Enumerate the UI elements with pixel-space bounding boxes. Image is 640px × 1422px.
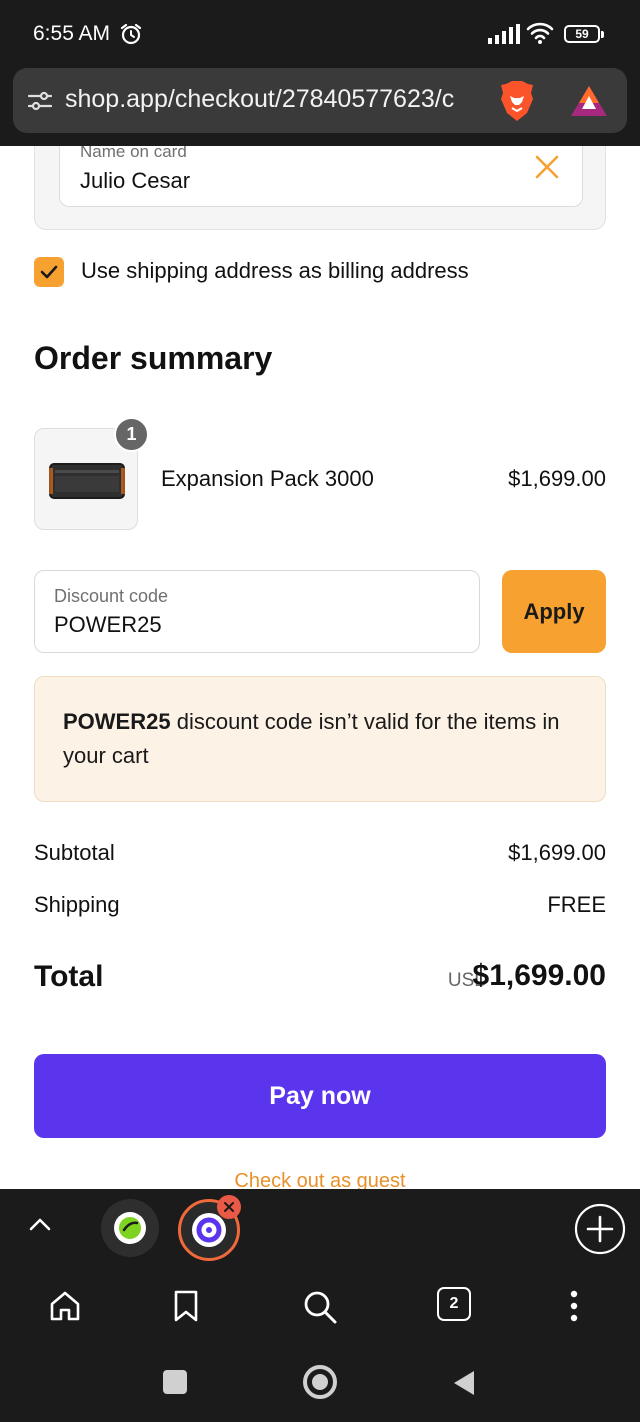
url-text[interactable]: shop.app/checkout/27840577623/c	[65, 85, 495, 117]
total-value: $1,699.00	[472, 959, 606, 992]
tab-thumbnail[interactable]	[101, 1199, 159, 1257]
close-tab-button[interactable]	[217, 1195, 241, 1219]
search-icon[interactable]	[302, 1289, 338, 1325]
total-label: Total	[34, 960, 104, 993]
shipping-label: Shipping	[34, 892, 120, 917]
signal-icon	[488, 24, 520, 44]
payment-card-section: Name on card Julio Cesar	[34, 146, 606, 230]
back-icon[interactable]	[452, 1369, 476, 1397]
tune-icon[interactable]	[27, 88, 53, 114]
close-icon[interactable]	[534, 154, 560, 180]
wifi-icon	[526, 22, 554, 44]
discount-code-field[interactable]: Discount code POWER25	[34, 570, 480, 653]
subtotal-label: Subtotal	[34, 840, 115, 865]
recents-button[interactable]	[163, 1370, 187, 1394]
check-icon	[40, 265, 58, 279]
name-on-card-field[interactable]: Name on card Julio Cesar	[59, 146, 583, 207]
tab-strip	[0, 1189, 640, 1269]
discount-error-text: POWER25 discount code isn’t valid for th…	[63, 705, 583, 773]
shipping-value: FREE	[547, 892, 606, 917]
brave-lion-icon[interactable]	[498, 80, 536, 122]
subtotal-value: $1,699.00	[508, 840, 606, 865]
tab-count-button[interactable]: 2	[437, 1287, 471, 1321]
home-icon[interactable]	[48, 1289, 82, 1323]
battery-indicator: 59	[564, 25, 604, 43]
apply-button[interactable]: Apply	[502, 570, 606, 653]
system-nav-bar	[0, 1341, 640, 1422]
discount-code-label: Discount code	[54, 586, 169, 606]
bookmark-icon[interactable]	[173, 1289, 199, 1323]
status-time: 6:55 AM	[33, 22, 111, 45]
address-bar[interactable]: shop.app/checkout/27840577623/c	[13, 68, 627, 133]
name-on-card-input[interactable]: Julio Cesar	[80, 168, 190, 194]
error-code: POWER25	[63, 709, 171, 734]
discount-code-input[interactable]: POWER25	[54, 612, 162, 638]
billing-checkbox[interactable]	[34, 257, 64, 287]
tab-favicon-icon	[114, 1212, 146, 1244]
plus-circle-icon[interactable]	[574, 1203, 626, 1255]
product-image	[49, 463, 125, 499]
close-icon	[224, 1202, 234, 1212]
product-price: $1,699.00	[508, 466, 606, 491]
quantity-badge: 1	[114, 417, 149, 452]
shop-favicon-icon	[192, 1213, 226, 1247]
alarm-icon	[120, 23, 142, 45]
more-vertical-icon[interactable]	[566, 1289, 582, 1323]
billing-checkbox-label[interactable]: Use shipping address as billing address	[81, 258, 469, 284]
browser-toolbar: shop.app/checkout/27840577623/c	[0, 68, 640, 146]
browser-bottom-nav: 2	[0, 1269, 640, 1341]
pay-now-button[interactable]: Pay now	[34, 1054, 606, 1138]
home-button[interactable]	[303, 1365, 337, 1399]
checkout-page: Name on card Julio Cesar Use shipping ad…	[0, 146, 640, 1189]
checkout-as-guest-link[interactable]: Check out as guest	[0, 1170, 640, 1189]
order-summary-title: Order summary	[34, 340, 273, 376]
discount-error-message: POWER25 discount code isn’t valid for th…	[34, 676, 606, 802]
chevron-up-icon[interactable]	[26, 1211, 54, 1239]
status-bar: 6:55 AM 59	[0, 0, 640, 68]
name-on-card-label: Name on card	[80, 146, 187, 161]
rewards-icon[interactable]	[569, 84, 609, 118]
product-name: Expansion Pack 3000	[161, 466, 374, 491]
